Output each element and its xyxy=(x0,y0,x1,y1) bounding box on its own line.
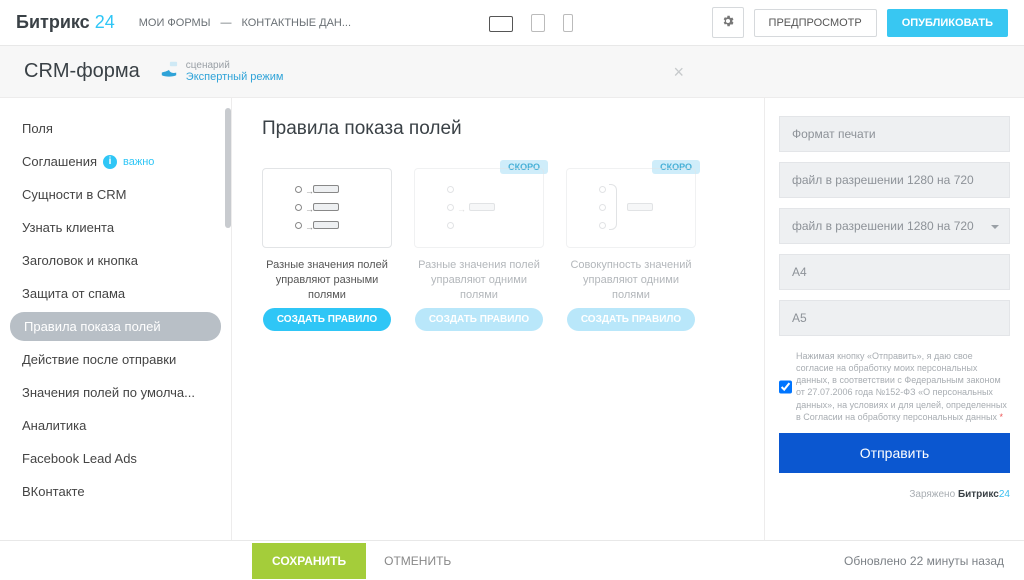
rule-diagram-1: → → → xyxy=(262,168,392,248)
rule-card-desc: Разные значения полей управляют разными … xyxy=(262,258,392,302)
sidebar-item-after-submit[interactable]: Действие после отправки xyxy=(0,343,231,376)
breadcrumb-contact[interactable]: КОНТАКТНЫЕ ДАН... xyxy=(241,17,351,29)
consent-block[interactable]: Нажимая кнопку «Отправить», я даю свое с… xyxy=(779,350,1010,423)
save-button[interactable]: СОХРАНИТЬ xyxy=(252,543,366,579)
sidebar-item-vk[interactable]: ВКонтакте xyxy=(0,475,231,508)
section-title: Правила показа полей xyxy=(262,118,734,140)
cancel-button[interactable]: ОТМЕНИТЬ xyxy=(366,543,469,579)
breadcrumb-myforms[interactable]: МОИ ФОРМЫ xyxy=(139,17,211,29)
sidebar-item-fields[interactable]: Поля xyxy=(0,112,231,145)
app-header: Битрикс 24 МОИ ФОРМЫ — КОНТАКТНЫЕ ДАН...… xyxy=(0,0,1024,46)
consent-text: Нажимая кнопку «Отправить», я даю свое с… xyxy=(796,351,1007,422)
header-actions: ПРЕДПРОСМОТР ОПУБЛИКОВАТЬ xyxy=(712,7,1008,38)
create-rule-button-2: СОЗДАТЬ ПРАВИЛО xyxy=(415,308,543,331)
form-preview: Формат печати файл в разрешении 1280 на … xyxy=(764,98,1024,540)
device-switcher xyxy=(489,14,573,32)
device-tablet-icon[interactable] xyxy=(531,14,545,32)
device-phone-icon[interactable] xyxy=(563,14,573,32)
info-icon: i xyxy=(103,155,117,169)
sidebar-item-rules[interactable]: Правила показа полей xyxy=(10,312,221,341)
rule-card-same-fields: СКОРО → Разные значения полей управляют … xyxy=(414,168,544,331)
required-asterisk: * xyxy=(999,412,1003,422)
expert-mode-link[interactable]: Экспертный режим xyxy=(186,71,284,83)
main-content: Правила показа полей → → → Разные значен… xyxy=(232,98,764,540)
rule-diagram-2: → xyxy=(414,168,544,248)
close-icon[interactable]: × xyxy=(673,62,684,83)
updated-text: Обновлено 22 минуты назад xyxy=(844,554,1004,568)
subheader: CRM-форма сценарий Экспертный режим × xyxy=(0,46,1024,98)
sidebar: Поля Соглашения i важно Сущности в CRM У… xyxy=(0,98,232,540)
consent-checkbox[interactable] xyxy=(779,351,792,423)
publish-button[interactable]: ОПУБЛИКОВАТЬ xyxy=(887,9,1008,37)
create-rule-button-1[interactable]: СОЗДАТЬ ПРАВИЛО xyxy=(263,308,391,331)
gear-icon xyxy=(721,14,735,28)
breadcrumb: МОИ ФОРМЫ — КОНТАКТНЫЕ ДАН... xyxy=(139,17,351,29)
rule-card-combined: СКОРО Совокупность значений управляют од… xyxy=(566,168,696,331)
rule-diagram-3 xyxy=(566,168,696,248)
create-rule-button-3: СОЗДАТЬ ПРАВИЛО xyxy=(567,308,695,331)
preview-field-a4[interactable]: A4 xyxy=(779,254,1010,290)
preview-field-file1[interactable]: файл в разрешении 1280 на 720 xyxy=(779,162,1010,198)
important-badge: важно xyxy=(123,156,154,168)
rule-card-different-fields: → → → Разные значения полей управляют ра… xyxy=(262,168,392,331)
logo: Битрикс 24 xyxy=(16,12,115,33)
preview-field-file2-select[interactable]: файл в разрешении 1280 на 720 xyxy=(779,208,1010,244)
expert-icon xyxy=(158,60,180,83)
rule-card-desc: Совокупность значений управляют одними п… xyxy=(566,258,696,302)
preview-field-a5[interactable]: A5 xyxy=(779,300,1010,336)
rule-card-desc: Разные значения полей управляют одними п… xyxy=(414,258,544,302)
sidebar-item-facebook[interactable]: Facebook Lead Ads xyxy=(0,442,231,475)
preview-button[interactable]: ПРЕДПРОСМОТР xyxy=(754,9,877,37)
sidebar-item-spam[interactable]: Защита от спама xyxy=(0,277,231,310)
submit-button[interactable]: Отправить xyxy=(779,433,1010,473)
mode-switch[interactable]: сценарий Экспертный режим xyxy=(158,60,284,83)
settings-button[interactable] xyxy=(712,7,744,38)
page-title: CRM-форма xyxy=(24,60,140,83)
preview-field-format[interactable]: Формат печати xyxy=(779,116,1010,152)
sidebar-item-analytics[interactable]: Аналитика xyxy=(0,409,231,442)
sidebar-item-defaults[interactable]: Значения полей по умолча... xyxy=(0,376,231,409)
sidebar-item-header-button[interactable]: Заголовок и кнопка xyxy=(0,244,231,277)
powered-by: Заряжено Битрикс24 xyxy=(779,489,1010,500)
scenario-label: сценарий xyxy=(186,60,284,71)
sidebar-item-know-client[interactable]: Узнать клиента xyxy=(0,211,231,244)
bottom-bar: СОХРАНИТЬ ОТМЕНИТЬ Обновлено 22 минуты н… xyxy=(0,540,1024,580)
sidebar-item-crm-entities[interactable]: Сущности в CRM xyxy=(0,178,231,211)
device-desktop-icon[interactable] xyxy=(489,16,513,32)
sidebar-item-agreements[interactable]: Соглашения i важно xyxy=(0,145,231,178)
